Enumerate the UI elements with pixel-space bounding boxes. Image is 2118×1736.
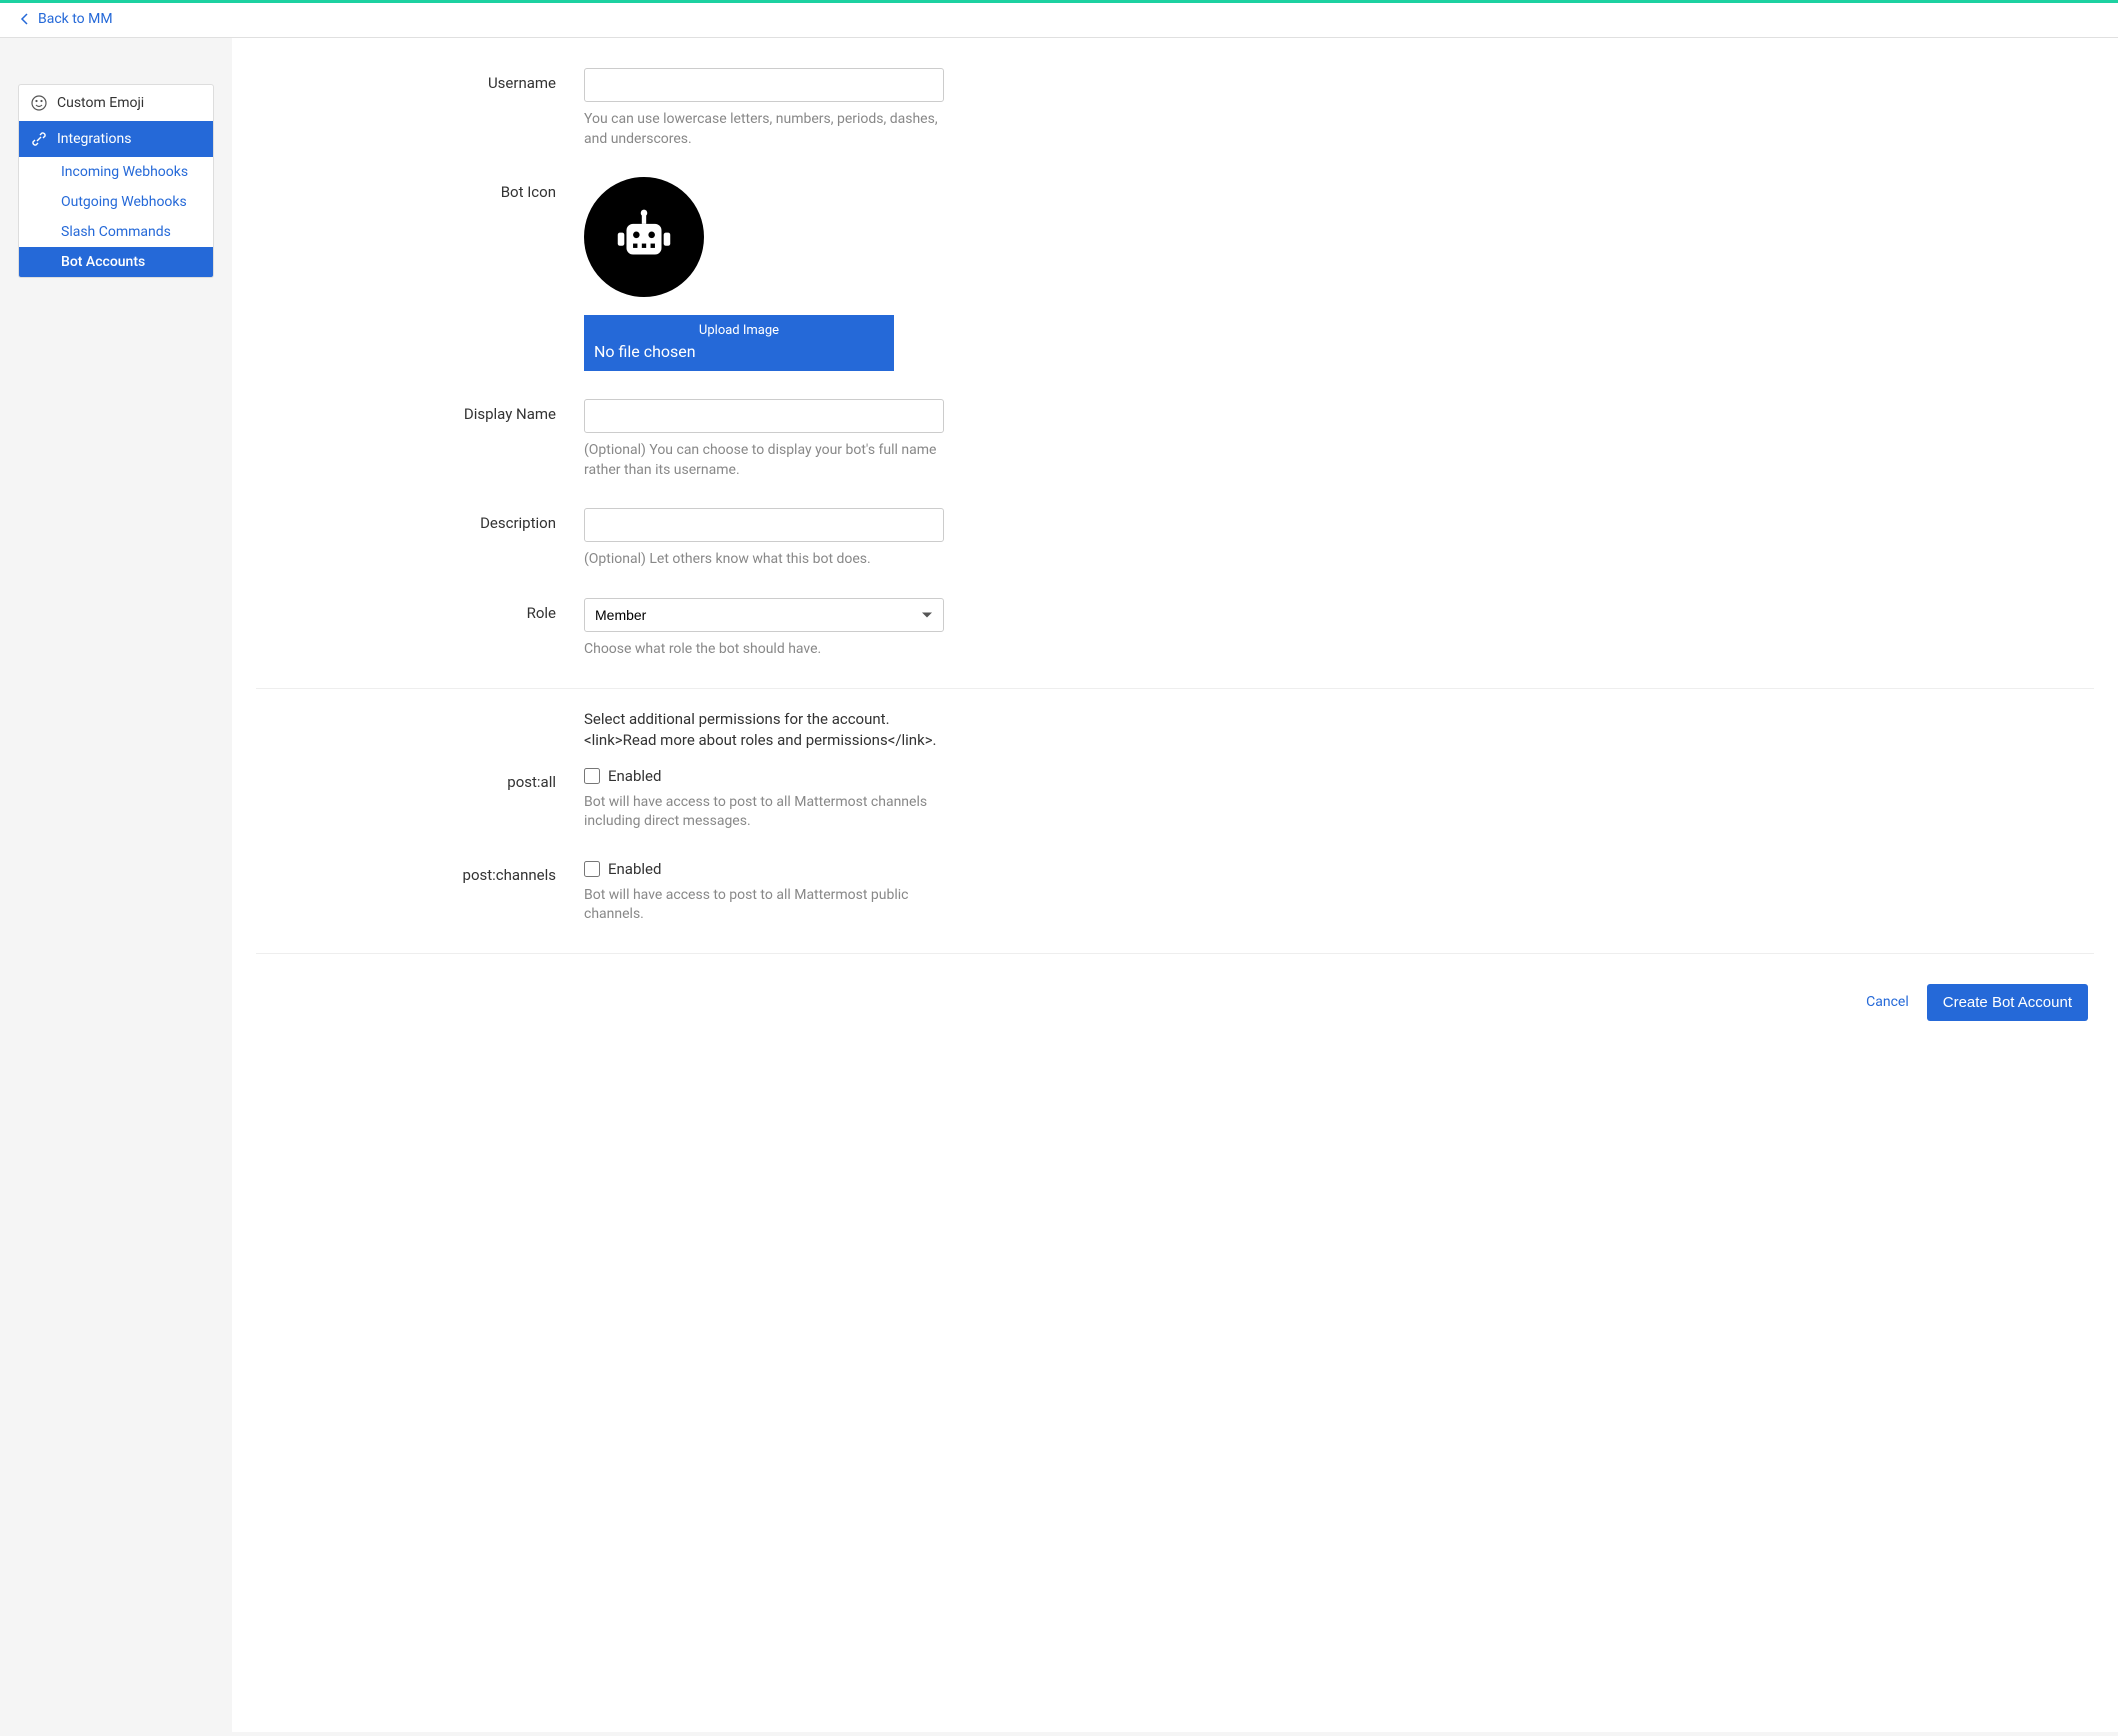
upload-image-label: Upload Image (594, 323, 884, 338)
bot-avatar (584, 177, 704, 297)
sidebar: Custom Emoji Integrations Incoming Webho… (0, 38, 232, 1732)
post-all-checkbox[interactable] (584, 768, 600, 784)
create-bot-account-button[interactable]: Create Bot Account (1927, 984, 2088, 1021)
description-label: Description (256, 508, 556, 570)
username-input[interactable] (584, 68, 944, 102)
sidebar-item-label: Custom Emoji (57, 95, 144, 111)
post-channels-label: post:channels (256, 860, 556, 925)
post-channels-checkbox-label: Enabled (608, 860, 661, 878)
permissions-intro: Select additional permissions for the ac… (584, 709, 944, 751)
main-content: Username You can use lowercase letters, … (232, 38, 2118, 1732)
description-help: (Optional) Let others know what this bot… (584, 550, 944, 570)
cancel-link[interactable]: Cancel (1866, 994, 1909, 1010)
sidebar-item-incoming-webhooks[interactable]: Incoming Webhooks (19, 157, 213, 187)
post-all-help: Bot will have access to post to all Matt… (584, 793, 944, 832)
role-label: Role (256, 598, 556, 660)
role-select[interactable]: Member (584, 598, 944, 632)
post-channels-checkbox[interactable] (584, 861, 600, 877)
upload-image-button[interactable]: Upload Image No file chosen (584, 315, 894, 371)
post-all-checkbox-label: Enabled (608, 767, 661, 785)
username-help: You can use lowercase letters, numbers, … (584, 110, 944, 149)
sidebar-item-integrations[interactable]: Integrations (19, 121, 213, 157)
description-input[interactable] (584, 508, 944, 542)
sidebar-item-outgoing-webhooks[interactable]: Outgoing Webhooks (19, 187, 213, 217)
bot-icon-label: Bot Icon (256, 177, 556, 371)
top-bar: Back to MM (0, 3, 2118, 38)
sidebar-item-label: Integrations (57, 131, 131, 147)
divider (256, 688, 2094, 689)
post-channels-help: Bot will have access to post to all Matt… (584, 886, 944, 925)
back-link-label: Back to MM (38, 11, 113, 27)
username-label: Username (256, 68, 556, 149)
display-name-label: Display Name (256, 399, 556, 480)
chevron-left-icon (16, 11, 32, 27)
emoji-icon (31, 95, 47, 111)
role-help: Choose what role the bot should have. (584, 640, 944, 660)
link-icon (31, 131, 47, 147)
sidebar-item-bot-accounts[interactable]: Bot Accounts (19, 247, 213, 277)
sidebar-item-slash-commands[interactable]: Slash Commands (19, 217, 213, 247)
sidebar-item-label: Bot Accounts (61, 254, 145, 270)
upload-file-status: No file chosen (594, 342, 884, 361)
post-all-label: post:all (256, 767, 556, 832)
divider (256, 953, 2094, 954)
sidebar-item-label: Outgoing Webhooks (61, 194, 187, 210)
sidebar-item-custom-emoji[interactable]: Custom Emoji (19, 85, 213, 121)
robot-icon (609, 202, 679, 272)
sidebar-item-label: Slash Commands (61, 224, 171, 240)
display-name-help: (Optional) You can choose to display you… (584, 441, 944, 480)
display-name-input[interactable] (584, 399, 944, 433)
back-link[interactable]: Back to MM (16, 11, 113, 27)
sidebar-item-label: Incoming Webhooks (61, 164, 188, 180)
